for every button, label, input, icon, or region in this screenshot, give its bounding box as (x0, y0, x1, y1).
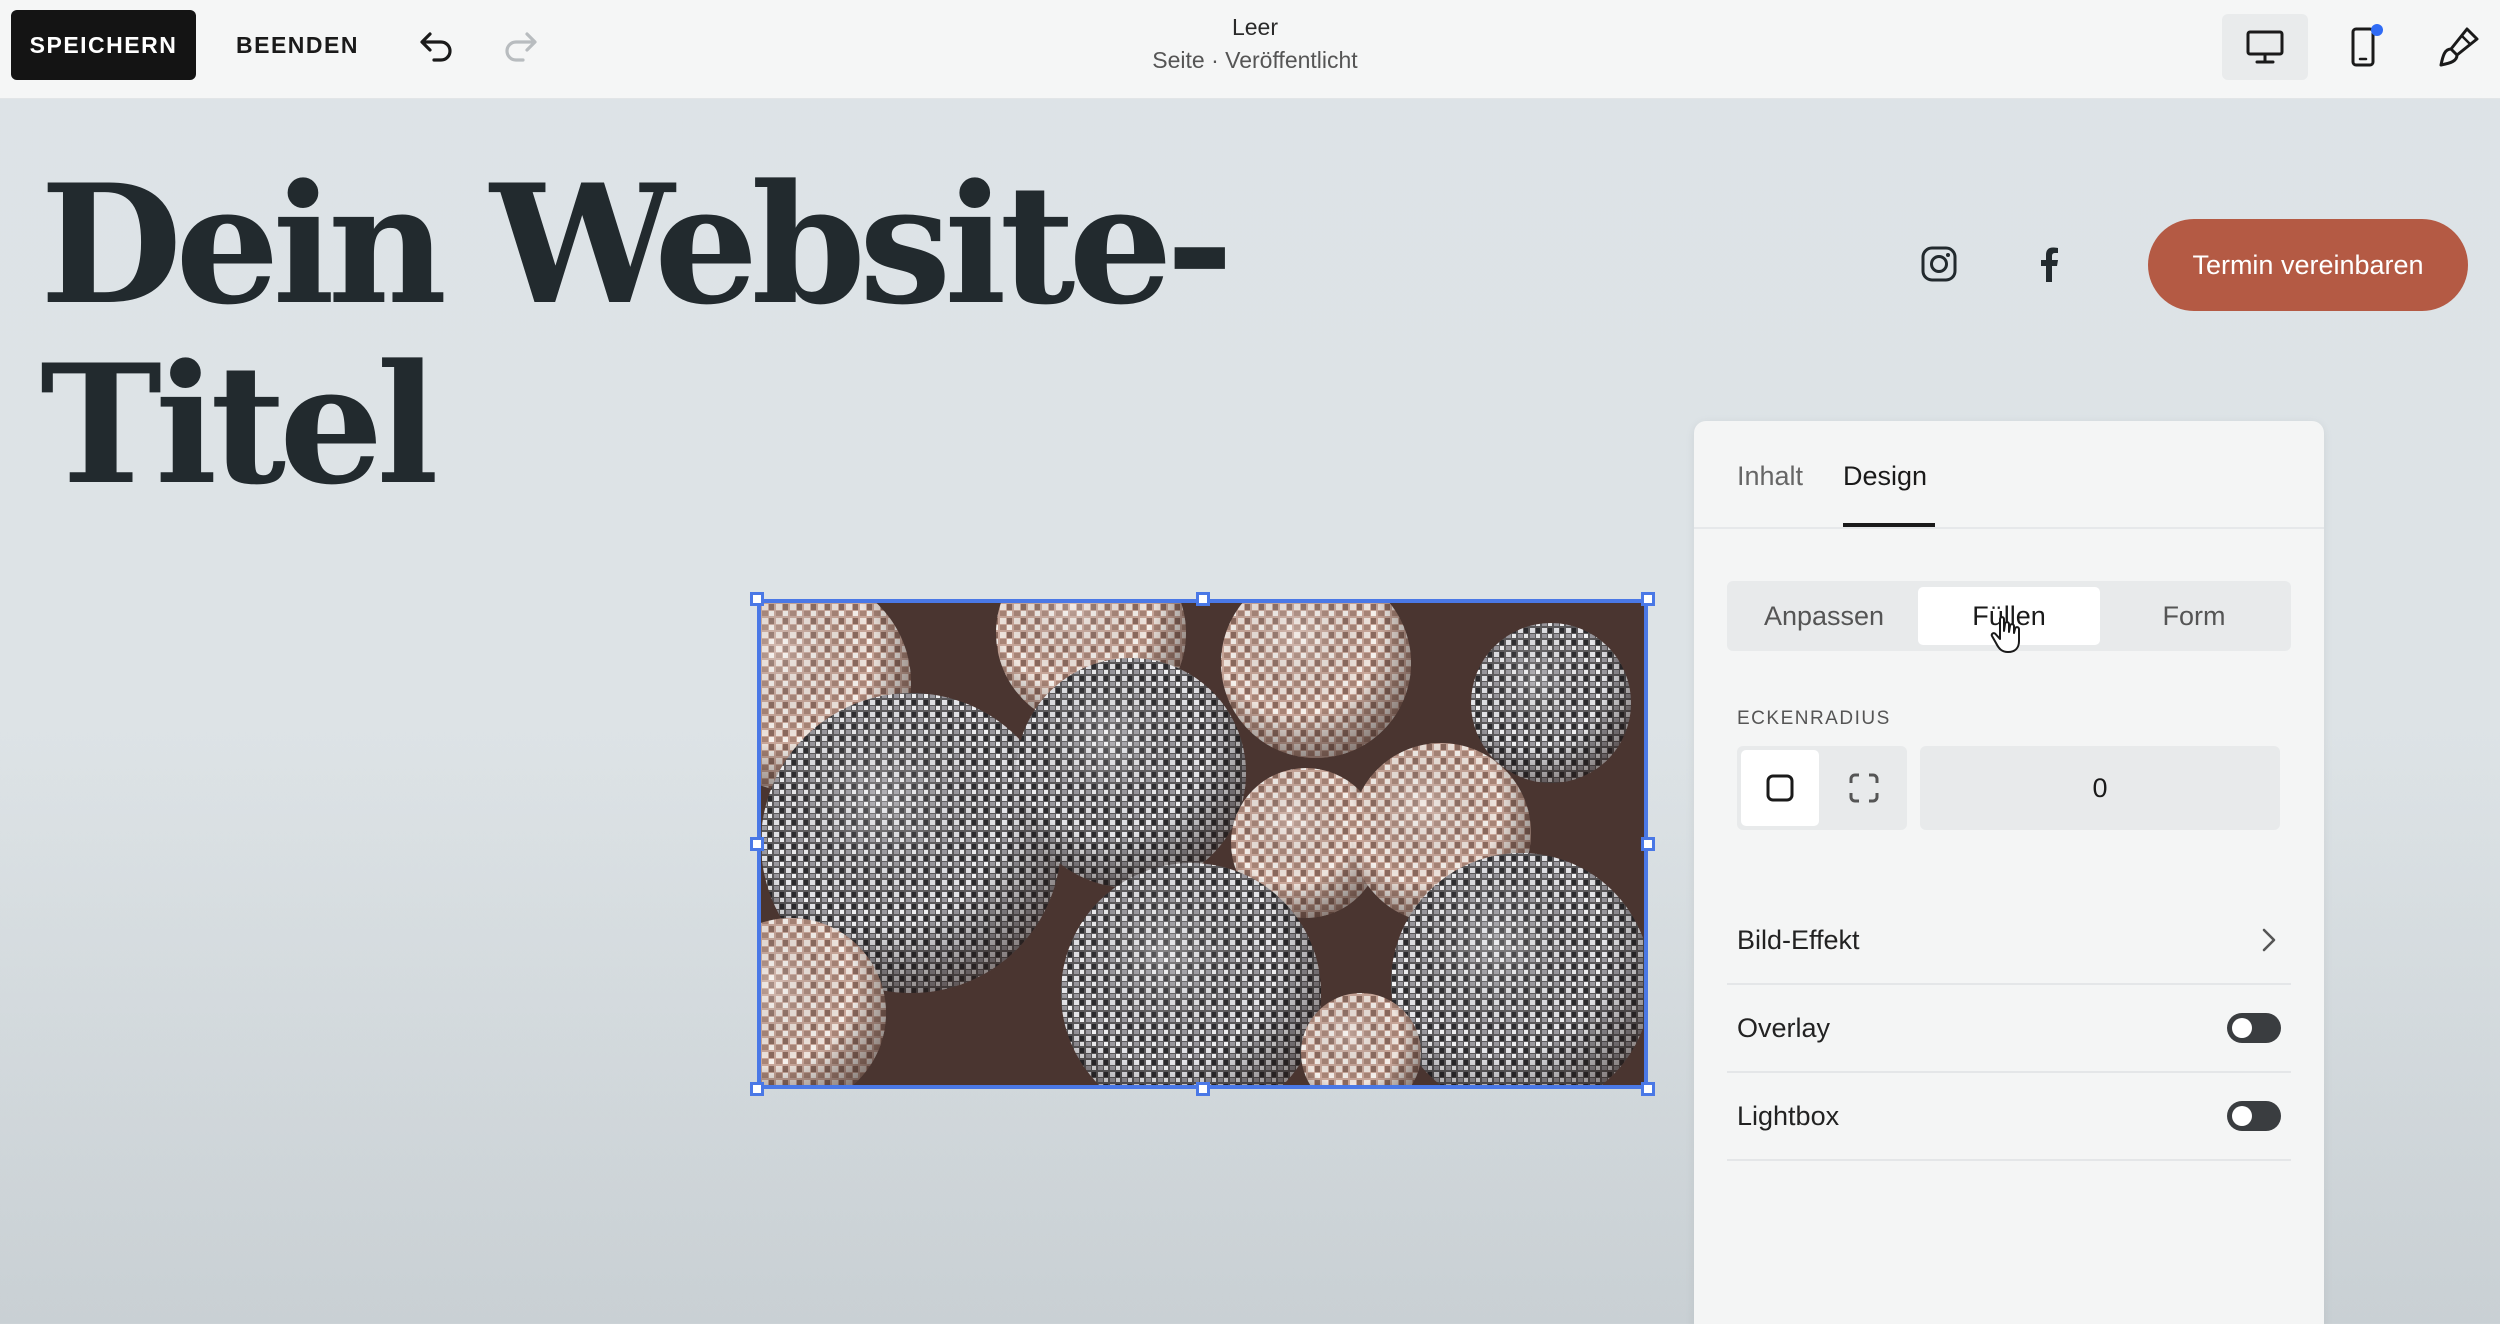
undo-icon[interactable] (410, 20, 462, 72)
lightbox-label: Lightbox (1737, 1101, 1840, 1131)
image-effect-row[interactable]: Bild-Effekt (1727, 897, 2291, 985)
save-button[interactable]: SPEICHERN (11, 10, 196, 80)
resize-handle-w[interactable] (750, 837, 764, 851)
disco-balls-image (761, 603, 1644, 1085)
segment-anpassen[interactable]: Anpassen (1733, 587, 1915, 645)
overlay-toggle[interactable] (2227, 1013, 2281, 1043)
resize-handle-sw[interactable] (750, 1082, 764, 1096)
panel-tabs: Inhalt Design (1694, 421, 2324, 529)
toggle-knob (2232, 1106, 2252, 1126)
exit-button[interactable]: BEENDEN (225, 10, 370, 80)
toggle-knob (2232, 1018, 2252, 1038)
lightbox-row: Lightbox (1727, 1073, 2291, 1161)
resize-handle-se[interactable] (1641, 1082, 1655, 1096)
tab-design[interactable]: Design (1843, 461, 1927, 492)
individual-corners-icon (1849, 773, 1879, 803)
desktop-icon (2246, 30, 2284, 64)
instagram-icon[interactable] (1915, 240, 1963, 288)
page-info: Leer Seite · Veröffentlicht (1000, 14, 1510, 74)
page-title: Leer (1231, 14, 1279, 40)
corner-radius-label: ECKENRADIUS (1737, 708, 1891, 729)
paintbrush-icon[interactable] (2430, 18, 2488, 76)
square-corners-icon (1766, 774, 1794, 802)
page-status: Seite · Veröffentlicht (1152, 47, 1358, 73)
mobile-view-button[interactable] (2330, 14, 2396, 80)
segment-form[interactable]: Form (2103, 587, 2285, 645)
pointer-hand-icon (1990, 615, 2024, 660)
chevron-right-icon (2261, 927, 2277, 958)
overlay-label: Overlay (1737, 1013, 1831, 1043)
resize-handle-nw[interactable] (750, 592, 764, 606)
active-tab-indicator (1843, 523, 1935, 527)
resize-handle-ne[interactable] (1641, 592, 1655, 606)
appointment-button[interactable]: Termin vereinbaren (2148, 219, 2468, 311)
redo-icon[interactable] (495, 20, 547, 72)
selected-image-block[interactable] (757, 599, 1648, 1089)
notification-dot (2371, 24, 2383, 36)
resize-handle-s[interactable] (1196, 1082, 1210, 1096)
image-effect-label: Bild-Effekt (1737, 925, 1860, 955)
resize-handle-e[interactable] (1641, 837, 1655, 851)
corner-radius-mode (1737, 746, 1907, 830)
overlay-row: Overlay (1727, 985, 2291, 1073)
individual-corners-option[interactable] (1825, 750, 1903, 826)
desktop-view-button[interactable] (2222, 14, 2308, 80)
resize-handle-n[interactable] (1196, 592, 1210, 606)
uniform-corners-option[interactable] (1741, 750, 1819, 826)
corner-radius-input[interactable]: 0 (1920, 746, 2280, 830)
editor-toolbar: SPEICHERN BEENDEN Leer Seite · Veröffent… (0, 0, 2500, 99)
lightbox-toggle[interactable] (2227, 1101, 2281, 1131)
tab-inhalt[interactable]: Inhalt (1737, 461, 1803, 492)
site-title[interactable]: Dein Website-Titel (40, 154, 1340, 516)
facebook-icon[interactable] (2025, 240, 2073, 288)
image-design-panel: Inhalt Design Anpassen Füllen Form ECKEN… (1694, 421, 2324, 1324)
